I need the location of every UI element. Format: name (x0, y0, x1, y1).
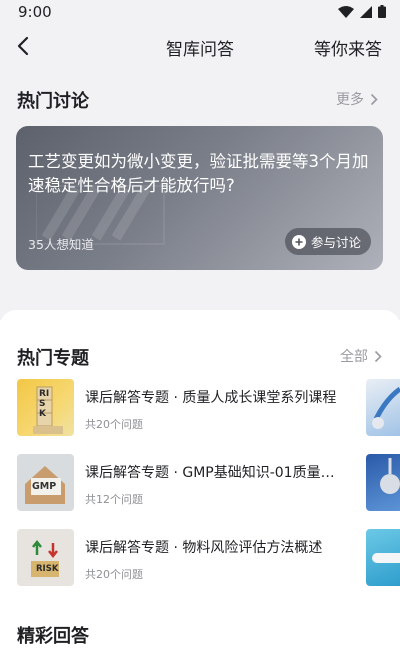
next-card-peek[interactable] (366, 379, 400, 436)
signal-icon (360, 5, 372, 18)
wifi-icon (338, 5, 354, 18)
nav-bar: 智库问答 等你来答 (0, 24, 400, 68)
discussion-question: 工艺变更如为微小变更，验证批需要等3个月加速稳定性合格后才能放行吗? (28, 152, 369, 195)
topic-item[interactable]: RISK 课后解答专题 · 物料风险评估方法概述 共20个问题 (0, 529, 400, 589)
risk-blocks-thumbnail: RISK (17, 379, 74, 436)
next-card-peek[interactable] (366, 529, 400, 586)
plus-icon (291, 234, 306, 249)
gmp-house-thumbnail: GMP (17, 454, 74, 511)
next-card-peek[interactable] (366, 454, 400, 511)
topic-title: 课后解答专题 · GMP基础知识-01质量管理 (85, 465, 345, 481)
topic-item[interactable]: GMP 课后解答专题 · GMP基础知识-01质量管理 共12个问题 (0, 454, 400, 514)
status-time: 9:00 (18, 3, 52, 21)
hot-discussion-more-link[interactable]: 更多 (336, 89, 378, 109)
topic-question-count: 共20个问题 (85, 418, 143, 431)
topic-title: 课后解答专题 · 质量人成长课堂系列课程 (85, 390, 337, 406)
thumb-text: RISK (36, 564, 59, 574)
chevron-right-icon (374, 350, 382, 362)
chevron-right-icon (370, 93, 378, 105)
risk-arrows-thumbnail: RISK (17, 529, 74, 586)
topic-question-count: 共12个问题 (85, 493, 143, 506)
interested-count: 35人想知道 (28, 237, 94, 252)
status-bar: 9:00 (0, 0, 400, 24)
hot-discussion-title: 热门讨论 (17, 91, 89, 112)
thumb-text: GMP (32, 481, 57, 492)
status-icons (338, 5, 386, 18)
join-discussion-label: 参与讨论 (310, 235, 361, 250)
join-discussion-button[interactable]: 参与讨论 (284, 228, 371, 255)
topic-question-count: 共20个问题 (85, 568, 143, 581)
topic-item[interactable]: RISK 课后解答专题 · 质量人成长课堂系列课程 共20个问题 (0, 379, 400, 439)
answer-waiting-button[interactable]: 等你来答 (314, 35, 382, 60)
more-label: 更多 (336, 92, 364, 108)
featured-answers-title: 精彩回答 (17, 626, 89, 647)
topic-title: 课后解答专题 · 物料风险评估方法概述 (85, 540, 323, 556)
battery-icon (378, 5, 386, 18)
hot-topics-all-link[interactable]: 全部 (340, 346, 382, 366)
thumb-text: RISK (39, 389, 50, 419)
hot-topics-title: 热门专题 (17, 348, 89, 369)
all-label: 全部 (340, 349, 368, 365)
discussion-card[interactable]: 工艺变更如为微小变更，验证批需要等3个月加速稳定性合格后才能放行吗? 35人想知… (16, 126, 383, 270)
